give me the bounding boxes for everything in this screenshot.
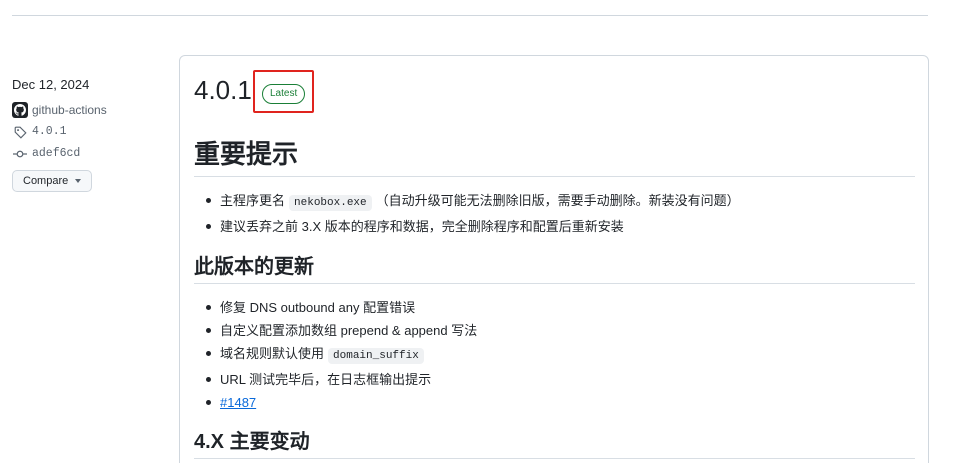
release-header: 4.0.1 Latest — [194, 70, 314, 113]
compare-button[interactable]: Compare — [12, 170, 93, 192]
list-item-text: 主程序更名 — [220, 193, 286, 208]
notice-list: 主程序更名 nekobox.exe （自动升级可能无法删除旧版，需要手动删除。新装没… — [202, 189, 740, 238]
updates-list: 修复 DNS outbound any 配置错误 自定义配置添加数组 prepe… — [202, 296, 477, 414]
release-card: 4.0.1 Latest 重要提示 主程序更名 nekobox.exe （自动升级可… — [179, 55, 929, 463]
section-heading-updates: 此版本的更新 — [194, 253, 915, 284]
tag-name: 4.0.1 — [32, 125, 67, 138]
github-avatar-icon — [12, 102, 28, 118]
list-item: 建议丢弃之前 3.X 版本的程序和数据，完全删除程序和配置后重新安装 — [202, 215, 740, 238]
release-tag[interactable]: 4.0.1 — [12, 124, 162, 140]
inline-code: domain_suffix — [328, 348, 424, 364]
list-item-text: （自动升级可能无法删除旧版，需要手动删除。新装没有问题） — [375, 193, 740, 208]
section-heading-notice: 重要提示 — [194, 136, 915, 177]
list-item-text: 修复 DNS outbound any 配置错误 — [220, 300, 416, 315]
list-item: 主程序更名 nekobox.exe （自动升级可能无法删除旧版，需要手动删除。新装没… — [202, 189, 740, 215]
release-meta: Dec 12, 2024 github-actions 4.0.1 adef6c… — [12, 76, 162, 192]
list-item: 域名规则默认使用 domain_suffix — [202, 342, 477, 368]
section-heading-major: 4.X 主要变动 — [194, 428, 915, 459]
list-item: #1487 — [202, 391, 477, 414]
commit-icon — [12, 146, 28, 162]
release-commit[interactable]: adef6cd — [12, 146, 162, 162]
release-title[interactable]: 4.0.1 — [194, 74, 252, 106]
list-item-text: URL 测试完毕后，在日志框输出提示 — [220, 372, 432, 387]
latest-badge: Latest — [262, 84, 306, 104]
list-item-text: 域名规则默认使用 — [220, 346, 325, 361]
top-divider — [12, 15, 928, 16]
list-item: 修复 DNS outbound any 配置错误 — [202, 296, 477, 319]
release-date: Dec 12, 2024 — [12, 77, 90, 92]
issue-link[interactable]: #1487 — [220, 395, 256, 410]
tag-icon — [12, 124, 28, 140]
author-name: github-actions — [32, 103, 107, 117]
compare-label: Compare — [23, 175, 69, 187]
list-item-text: 建议丢弃之前 3.X 版本的程序和数据，完全删除程序和配置后重新安装 — [220, 219, 624, 234]
list-item-text: 自定义配置添加数组 prepend & append 写法 — [220, 323, 478, 338]
chevron-down-icon — [75, 179, 82, 183]
list-item: URL 测试完毕后，在日志框输出提示 — [202, 368, 477, 391]
inline-code: nekobox.exe — [289, 195, 372, 211]
list-item: 自定义配置添加数组 prepend & append 写法 — [202, 319, 477, 342]
commit-sha: adef6cd — [32, 147, 81, 160]
release-author[interactable]: github-actions — [12, 102, 162, 118]
